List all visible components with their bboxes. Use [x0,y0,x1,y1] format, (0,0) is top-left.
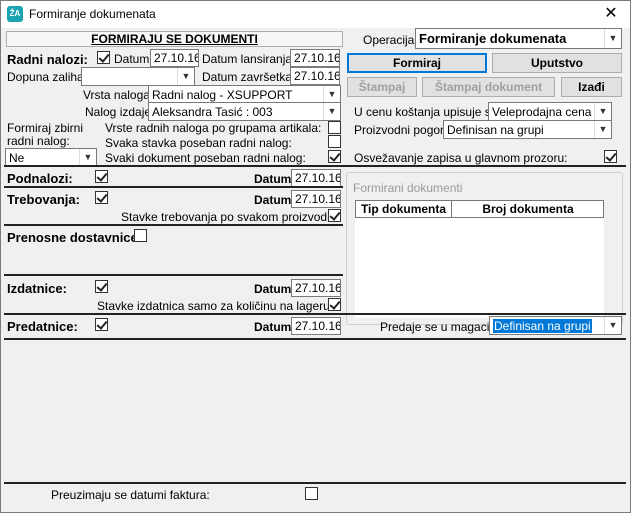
datum-zavrsetka-label: Datum završetka: [202,70,296,84]
dopuna-zaliha-label: Dopuna zaliha: [7,70,88,84]
trebovanja-checkbox[interactable] [95,191,108,204]
trebovanja-stavke-label: Stavke trebovanja po svakom proizvodu: [121,210,338,224]
formiraju-se-dokumenti-header[interactable]: FORMIRAJU SE DOKUMENTI [6,31,343,47]
datum-label: Datum: [114,52,153,66]
nalog-izdaje-select[interactable]: Aleksandra Tasić : 003 ▼ [148,102,341,121]
chevron-down-icon[interactable]: ▼ [323,103,340,120]
stampaj-button[interactable]: Štampaj [347,77,417,97]
cena-value: Veleprodajna cena [492,105,592,119]
predatnice-datum-label: Datum: [254,320,296,334]
radni-nalozi-label: Radni nalozi: [7,52,88,67]
divider [4,313,626,315]
chevron-down-icon[interactable]: ▼ [79,149,96,166]
trebovanja-label: Trebovanja: [7,192,80,207]
window: ŽA Formiranje dokumenata ✕ FORMIRAJU SE … [0,0,631,513]
nalog-izdaje-label: Nalog izdaje: [85,105,155,119]
opt2-checkbox[interactable] [328,135,341,148]
window-title: Formiranje dokumenata [29,7,156,21]
pogon-label: Proizvodni pogon: [354,123,451,137]
divider [4,338,626,340]
app-icon: ŽA [7,6,23,22]
divider [4,165,626,167]
opt1-checkbox[interactable] [328,121,341,134]
pogon-value: Definisan na grupi [447,123,544,137]
osvezavanje-label: Osvežavanje zapisa u glavnom prozoru: [354,151,568,165]
zbirni-label-2: radni nalog: [7,134,70,148]
izadji-button[interactable]: Izađi [561,77,622,97]
divider [4,224,343,226]
izdatnice-stavke-label: Stavke izdatnica samo za količinu na lag… [97,299,334,313]
opt3-label: Svaki dokument poseban radni nalog: [105,151,306,165]
formirani-dokumenti-title: Formirani dokumenti [353,181,463,195]
zbirni-label-1: Formiraj zbirni [7,121,84,135]
formirani-dokumenti-group: Formirani dokumenti Tip dokumenta Broj d… [346,172,623,325]
predatnice-checkbox[interactable] [95,318,108,331]
izdatnice-label: Izdatnice: [7,281,67,296]
dopuna-zaliha-select[interactable]: ▼ [81,67,195,86]
title-bar: ŽA Formiranje dokumenata ✕ [1,1,630,28]
divider [4,482,626,484]
formiraj-button[interactable]: Formiraj [347,53,487,73]
predatnice-datum-field[interactable]: 27.10.16 [291,317,341,335]
datum-lansiranja-label: Datum lansiranja: [202,52,296,66]
izdatnice-stavke-checkbox[interactable] [328,298,341,311]
izdatnice-datum-label: Datum: [254,282,296,296]
faktura-checkbox[interactable] [305,487,318,500]
izdatnice-datum-field[interactable]: 27.10.16 [291,279,341,297]
column-tip-dokumenta[interactable]: Tip dokumenta [356,201,452,217]
trebovanja-stavke-checkbox[interactable] [328,209,341,222]
chevron-down-icon[interactable]: ▼ [604,317,621,334]
formirani-dokumenti-grid-header: Tip dokumenta Broj dokumenta [355,200,604,218]
prenosne-checkbox[interactable] [134,229,147,242]
trebovanja-datum-label: Datum: [254,193,296,207]
chevron-down-icon[interactable]: ▼ [594,103,611,120]
chevron-down-icon[interactable]: ▼ [594,121,611,138]
divider [4,274,343,276]
trebovanja-datum-field[interactable]: 27.10.16 [291,190,341,208]
uputstvo-button[interactable]: Uputstvo [492,53,622,73]
podnalozi-checkbox[interactable] [95,170,108,183]
datum-lansiranja-field[interactable]: 27.10.16 [290,49,340,67]
opt1-label: Vrste radnih naloga po grupama artikala: [105,121,322,135]
magacin-label: Predaje se u magacin: [380,320,500,334]
magacin-select[interactable]: Definisan na grupi ▼ [489,316,622,335]
vrsta-naloga-value: Radni nalog - XSUPPORT [152,88,293,102]
pogon-select[interactable]: Definisan na grupi ▼ [443,120,612,139]
operacija-select[interactable]: Formiranje dokumenata ▼ [415,28,622,49]
opt2-label: Svaka stavka poseban radni nalog: [105,136,292,150]
podnalozi-datum-field[interactable]: 27.10.16 [291,169,341,187]
zbirni-value: Ne [9,151,25,165]
close-icon[interactable]: ✕ [598,3,624,25]
podnalozi-datum-label: Datum: [254,172,296,186]
osvezavanje-checkbox[interactable] [604,150,617,163]
cena-select[interactable]: Veleprodajna cena ▼ [488,102,612,121]
cena-label: U cenu koštanja upisuje se: [354,105,501,119]
nalog-izdaje-value: Aleksandra Tasić : 003 [152,105,273,119]
faktura-label: Preuzimaju se datumi faktura: [51,488,210,502]
formirani-dokumenti-grid[interactable] [355,218,604,318]
datum-zavrsetka-field[interactable]: 27.10.16 [290,67,340,85]
magacin-value: Definisan na grupi [493,319,592,333]
prenosne-label: Prenosne dostavnice: [7,230,143,245]
izdatnice-checkbox[interactable] [95,280,108,293]
predatnice-label: Predatnice: [7,319,78,334]
operacija-label: Operacija: [363,33,418,47]
vrsta-naloga-label: Vrsta naloga: [83,88,154,102]
radni-nalozi-datum-field[interactable]: 27.10.16 [150,49,199,67]
radni-nalozi-checkbox[interactable] [97,51,110,64]
podnalozi-label: Podnalozi: [7,171,73,186]
opt3-checkbox[interactable] [328,150,341,163]
stampaj-dokument-button[interactable]: Štampaj dokument [422,77,555,97]
chevron-down-icon[interactable]: ▼ [323,86,340,103]
divider [4,186,343,188]
chevron-down-icon[interactable]: ▼ [177,68,194,85]
column-broj-dokumenta[interactable]: Broj dokumenta [452,201,604,217]
chevron-down-icon[interactable]: ▼ [604,29,621,48]
operacija-value: Formiranje dokumenata [419,31,567,46]
